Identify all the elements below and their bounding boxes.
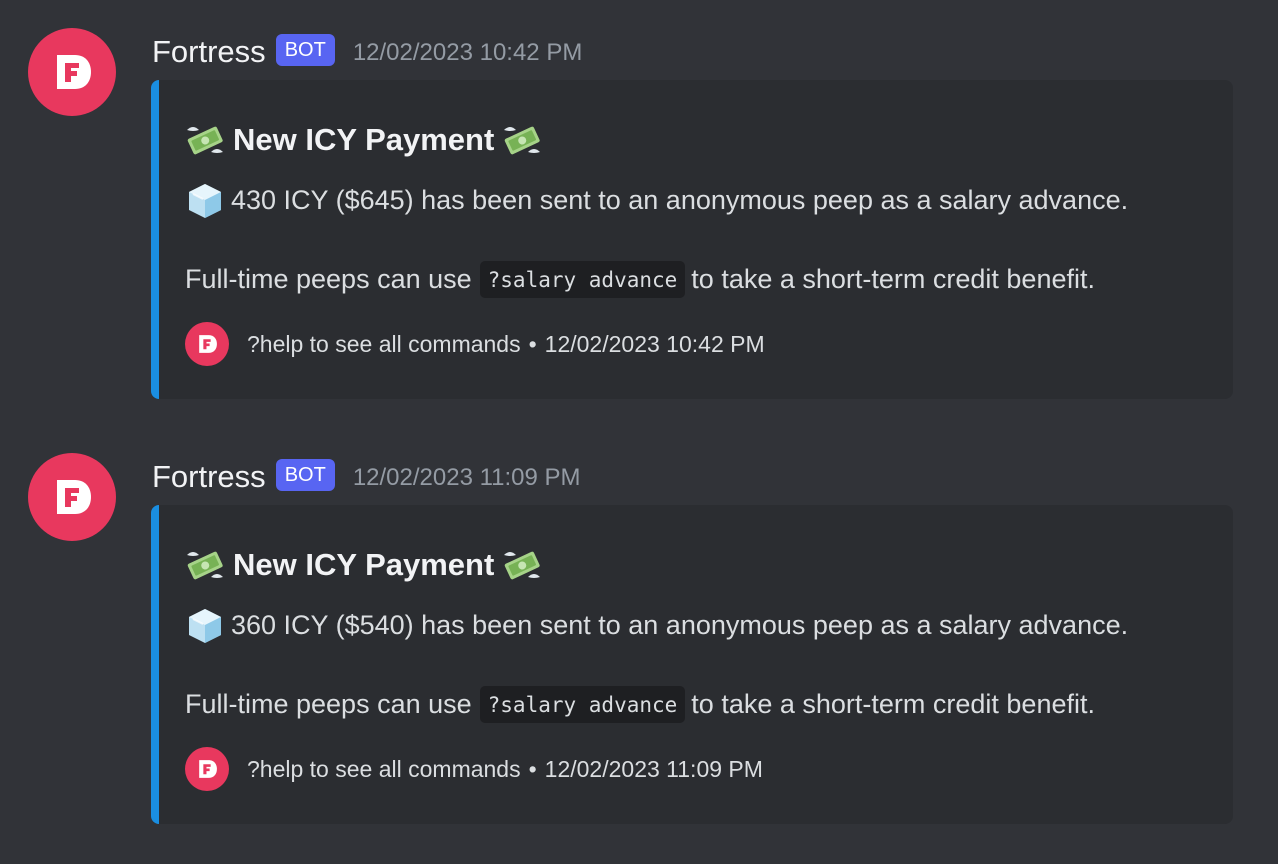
footer-timestamp: 12/02/2023 10:42 PM [544,330,765,357]
money-with-wings-icon [185,120,225,160]
embed-description-line: Full-time peeps can use ?salary advance … [185,682,1095,726]
embed: New ICY Payment [151,505,1233,824]
message-timestamp[interactable]: 12/02/2023 10:42 PM [353,39,583,67]
money-with-wings-icon [502,120,542,160]
bot-badge: BOT [275,34,335,66]
message-header: Fortress BOT 12/02/2023 11:09 PM [152,455,581,499]
embed-accent-bar [151,505,159,824]
fortress-logo-icon [185,747,229,791]
inline-code-command: ?salary advance [479,685,686,723]
embed-title: New ICY Payment [185,118,542,162]
fortress-logo-icon [185,322,229,366]
ice-cube-icon [185,180,225,220]
ice-cube-icon [185,605,225,645]
footer-separator: • [528,330,537,357]
message-timestamp[interactable]: 12/02/2023 11:09 PM [353,464,581,492]
embed-footer: ?help to see all commands • 12/02/2023 1… [185,322,765,366]
payment-description: 360 ICY ($540) has been sent to an anony… [231,609,1129,640]
embed-accent-bar [151,80,159,399]
usage-text-prefix: Full-time peeps can use [185,688,472,719]
embed-footer: ?help to see all commands • 12/02/2023 1… [185,747,763,791]
money-with-wings-icon [185,545,225,585]
footer-timestamp: 12/02/2023 11:09 PM [544,755,763,782]
embed-title-text: New ICY Payment [233,122,495,157]
usage-text-suffix: to take a short-term credit benefit. [691,688,1095,719]
payment-description: 430 ICY ($645) has been sent to an anony… [231,184,1129,215]
embed-description-line: 360 ICY ($540) has been sent to an anony… [185,603,1128,647]
embed-description-line: Full-time peeps can use ?salary advance … [185,257,1095,301]
footer-separator: • [528,755,537,782]
embed-description-line: 430 ICY ($645) has been sent to an anony… [185,178,1128,222]
username[interactable]: Fortress [152,34,266,70]
footer-text: ?help to see all commands [247,330,521,357]
usage-text-suffix: to take a short-term credit benefit. [691,263,1095,294]
footer-text: ?help to see all commands [247,755,521,782]
username[interactable]: Fortress [152,459,266,495]
fortress-logo-icon [57,480,91,514]
inline-code-command: ?salary advance [479,260,686,298]
embed-title-text: New ICY Payment [233,547,495,582]
usage-text-prefix: Full-time peeps can use [185,263,472,294]
embed: New ICY Payment [151,80,1233,399]
embed-title: New ICY Payment [185,543,542,587]
bot-badge: BOT [275,459,335,491]
money-with-wings-icon [502,545,542,585]
message-header: Fortress BOT 12/02/2023 10:42 PM [152,30,582,74]
avatar[interactable] [28,453,116,541]
fortress-logo-icon [57,55,91,89]
avatar[interactable] [28,28,116,116]
